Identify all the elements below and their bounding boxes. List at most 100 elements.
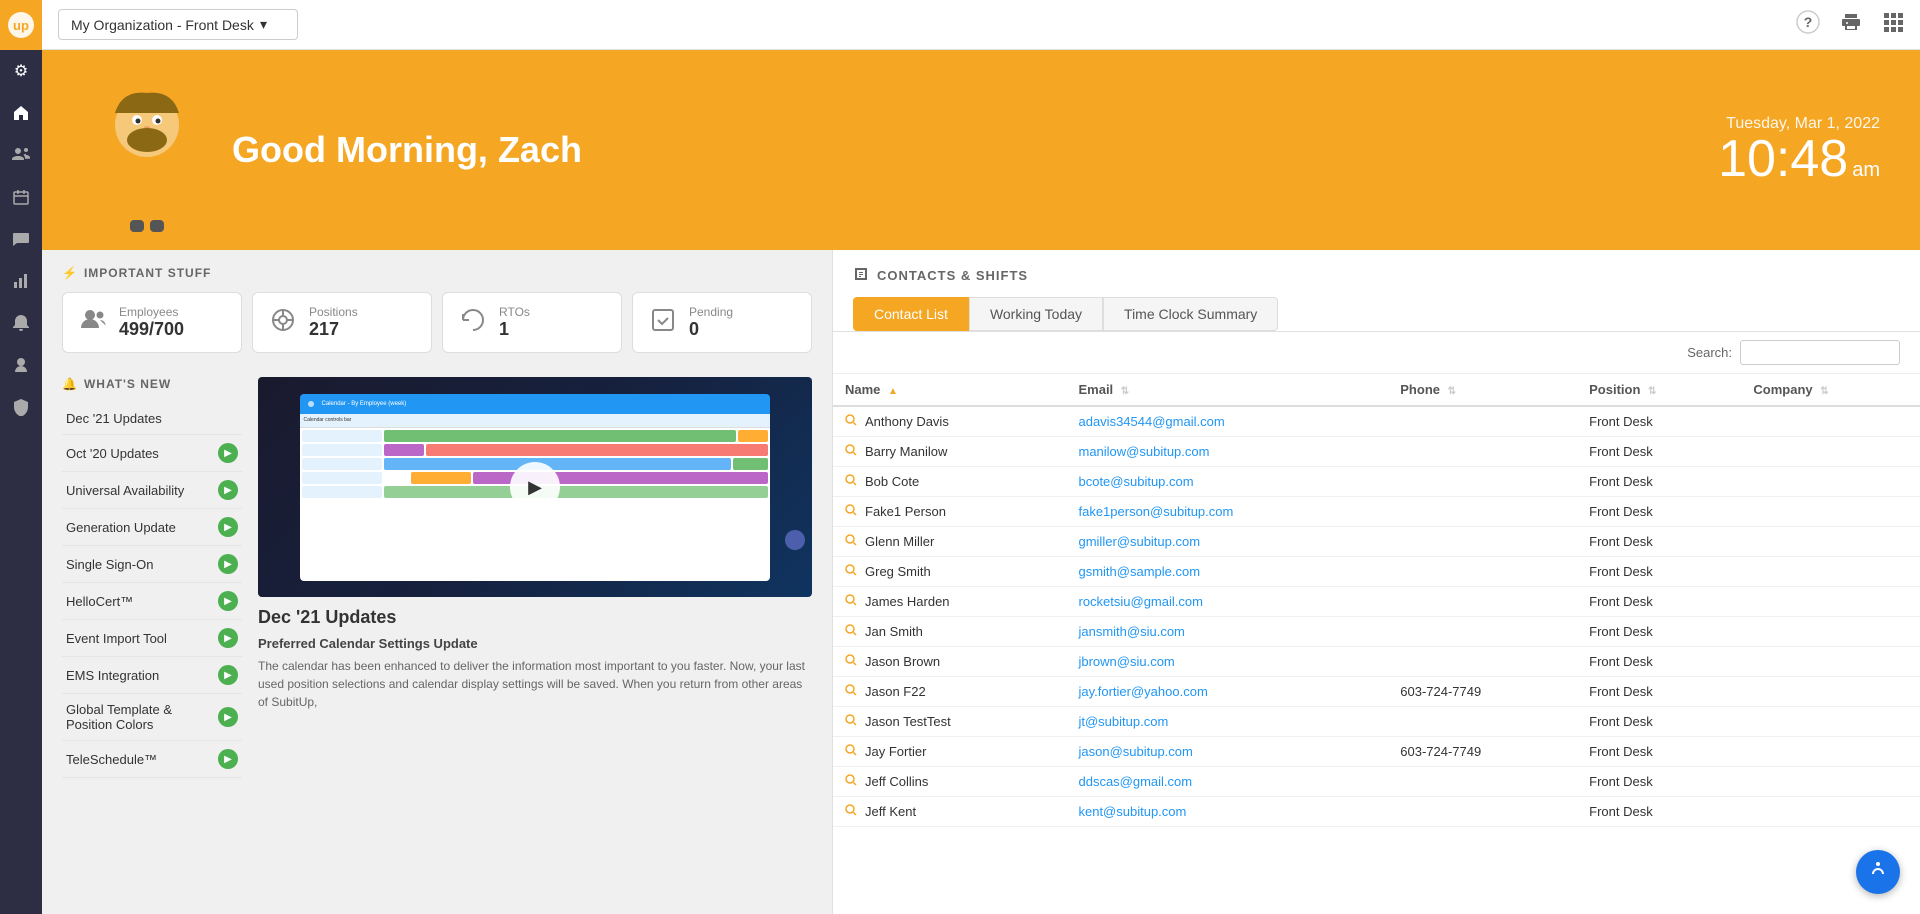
table-row[interactable]: Jason TestTest jt@subitup.com Front Desk xyxy=(833,707,1920,737)
tab-contact-list[interactable]: Contact List xyxy=(853,297,969,331)
email-link[interactable]: bcote@subitup.com xyxy=(1078,474,1193,489)
news-item-universal-availability[interactable]: Universal Availability ▶ xyxy=(62,472,242,509)
sidebar-item-notifications[interactable] xyxy=(0,302,42,344)
table-row[interactable]: Jay Fortier jason@subitup.com 603-724-77… xyxy=(833,737,1920,767)
contact-email: gmiller@subitup.com xyxy=(1066,527,1388,557)
news-item-ems[interactable]: EMS Integration ▶ xyxy=(62,657,242,694)
print-button[interactable] xyxy=(1840,11,1862,38)
help-button[interactable]: ? xyxy=(1796,10,1820,39)
sidebar-item-charts[interactable] xyxy=(0,260,42,302)
email-link[interactable]: kent@subitup.com xyxy=(1078,804,1186,819)
news-item-hellocert[interactable]: HelloCert™ ▶ xyxy=(62,583,242,620)
contact-phone xyxy=(1388,587,1577,617)
contact-search-icon[interactable] xyxy=(845,804,857,819)
news-item-oct20[interactable]: Oct '20 Updates ▶ xyxy=(62,435,242,472)
contact-search-icon[interactable] xyxy=(845,444,857,459)
col-company[interactable]: Company ⇅ xyxy=(1741,374,1920,406)
sort-icon-name: ▲ xyxy=(888,386,898,397)
table-row[interactable]: James Harden rocketsiu@gmail.com Front D… xyxy=(833,587,1920,617)
table-row[interactable]: Jason Brown jbrown@siu.com Front Desk xyxy=(833,647,1920,677)
email-link[interactable]: jason@subitup.com xyxy=(1078,744,1192,759)
contact-name: Barry Manilow xyxy=(865,444,947,459)
sidebar-item-profile[interactable] xyxy=(0,344,42,386)
video-player[interactable]: Calendar - By Employee (week) Calendar c… xyxy=(258,377,812,597)
email-link[interactable]: jbrown@siu.com xyxy=(1078,654,1174,669)
tab-working-today[interactable]: Working Today xyxy=(969,297,1103,331)
email-link[interactable]: adavis34544@gmail.com xyxy=(1078,414,1224,429)
sidebar-item-home[interactable] xyxy=(0,92,42,134)
app-logo[interactable]: up xyxy=(0,0,42,50)
news-item-dec21[interactable]: Dec '21 Updates xyxy=(62,403,242,435)
table-row[interactable]: Jeff Kent kent@subitup.com Front Desk xyxy=(833,797,1920,827)
contact-search-input[interactable] xyxy=(1740,340,1900,365)
contact-name-cell: Jan Smith xyxy=(833,617,1066,647)
sidebar-item-security[interactable] xyxy=(0,386,42,428)
contact-search-icon[interactable] xyxy=(845,414,857,429)
stat-card-employees[interactable]: Employees 499/700 xyxy=(62,292,242,353)
contact-search-icon[interactable] xyxy=(845,504,857,519)
stat-card-rtos[interactable]: RTOs 1 xyxy=(442,292,622,353)
tab-time-clock[interactable]: Time Clock Summary xyxy=(1103,297,1278,331)
email-link[interactable]: jt@subitup.com xyxy=(1078,714,1168,729)
arrow-icon: ▶ xyxy=(218,554,238,574)
email-link[interactable]: ddscas@gmail.com xyxy=(1078,774,1192,789)
col-email[interactable]: Email ⇅ xyxy=(1066,374,1388,406)
contact-company xyxy=(1741,527,1920,557)
col-phone[interactable]: Phone ⇅ xyxy=(1388,374,1577,406)
news-item-event-import[interactable]: Event Import Tool ▶ xyxy=(62,620,242,657)
sidebar-item-users[interactable] xyxy=(0,134,42,176)
contact-search-icon[interactable] xyxy=(845,684,857,699)
email-link[interactable]: manilow@subitup.com xyxy=(1078,444,1209,459)
table-row[interactable]: Fake1 Person fake1person@subitup.com Fro… xyxy=(833,497,1920,527)
news-item-generation-update[interactable]: Generation Update ▶ xyxy=(62,509,242,546)
contact-name-cell: Jay Fortier xyxy=(833,737,1066,767)
table-row[interactable]: Jason F22 jay.fortier@yahoo.com 603-724-… xyxy=(833,677,1920,707)
col-name[interactable]: Name ▲ xyxy=(833,374,1066,406)
email-link[interactable]: fake1person@subitup.com xyxy=(1078,504,1233,519)
play-button[interactable]: ▶ xyxy=(510,462,560,512)
email-link[interactable]: gmiller@subitup.com xyxy=(1078,534,1200,549)
contact-search-icon[interactable] xyxy=(845,474,857,489)
news-item-global-template[interactable]: Global Template & Position Colors ▶ xyxy=(62,694,242,741)
apps-button[interactable] xyxy=(1882,11,1904,38)
table-row[interactable]: Greg Smith gsmith@sample.com Front Desk xyxy=(833,557,1920,587)
table-row[interactable]: Anthony Davis adavis34544@gmail.com Fron… xyxy=(833,406,1920,437)
contact-search-icon[interactable] xyxy=(845,744,857,759)
email-link[interactable]: jay.fortier@yahoo.com xyxy=(1078,684,1207,699)
org-selector-value: My Organization - Front Desk xyxy=(71,17,254,33)
table-row[interactable]: Barry Manilow manilow@subitup.com Front … xyxy=(833,437,1920,467)
contact-search-icon[interactable] xyxy=(845,594,857,609)
table-row[interactable]: Jeff Collins ddscas@gmail.com Front Desk xyxy=(833,767,1920,797)
contact-search-icon[interactable] xyxy=(845,624,857,639)
email-link[interactable]: jansmith@siu.com xyxy=(1078,624,1184,639)
sort-icon-company: ⇅ xyxy=(1820,386,1828,397)
accessibility-button[interactable] xyxy=(1856,850,1900,894)
email-link[interactable]: rocketsiu@gmail.com xyxy=(1078,594,1202,609)
contact-search-icon[interactable] xyxy=(845,534,857,549)
contact-phone xyxy=(1388,617,1577,647)
contact-search-icon[interactable] xyxy=(845,654,857,669)
pending-icon xyxy=(649,306,677,340)
table-row[interactable]: Jan Smith jansmith@siu.com Front Desk xyxy=(833,617,1920,647)
email-link[interactable]: gsmith@sample.com xyxy=(1078,564,1200,579)
sidebar-item-messages[interactable] xyxy=(0,218,42,260)
table-row[interactable]: Glenn Miller gmiller@subitup.com Front D… xyxy=(833,527,1920,557)
contact-search-icon[interactable] xyxy=(845,564,857,579)
sidebar-item-settings[interactable]: ⚙ xyxy=(0,50,42,92)
important-stuff-title: ⚡ IMPORTANT STUFF xyxy=(62,266,812,280)
col-position[interactable]: Position ⇅ xyxy=(1577,374,1741,406)
contact-search-icon[interactable] xyxy=(845,714,857,729)
contact-name-cell: Bob Cote xyxy=(833,467,1066,497)
news-item-teleschedule[interactable]: TeleSchedule™ ▶ xyxy=(62,741,242,778)
stat-card-pending[interactable]: Pending 0 xyxy=(632,292,812,353)
contacts-header: CONTACTS & SHIFTS Contact List Working T… xyxy=(833,250,1920,332)
sidebar-item-calendar[interactable] xyxy=(0,176,42,218)
contact-search-icon[interactable] xyxy=(845,774,857,789)
news-item-sso[interactable]: Single Sign-On ▶ xyxy=(62,546,242,583)
contacts-table-container[interactable]: Name ▲ Email ⇅ Phone ⇅ xyxy=(833,374,1920,914)
contact-name: Anthony Davis xyxy=(865,414,949,429)
table-row[interactable]: Bob Cote bcote@subitup.com Front Desk xyxy=(833,467,1920,497)
org-selector[interactable]: My Organization - Front Desk ▾ xyxy=(58,9,298,40)
stat-card-positions[interactable]: Positions 217 xyxy=(252,292,432,353)
positions-info: Positions 217 xyxy=(309,305,358,340)
